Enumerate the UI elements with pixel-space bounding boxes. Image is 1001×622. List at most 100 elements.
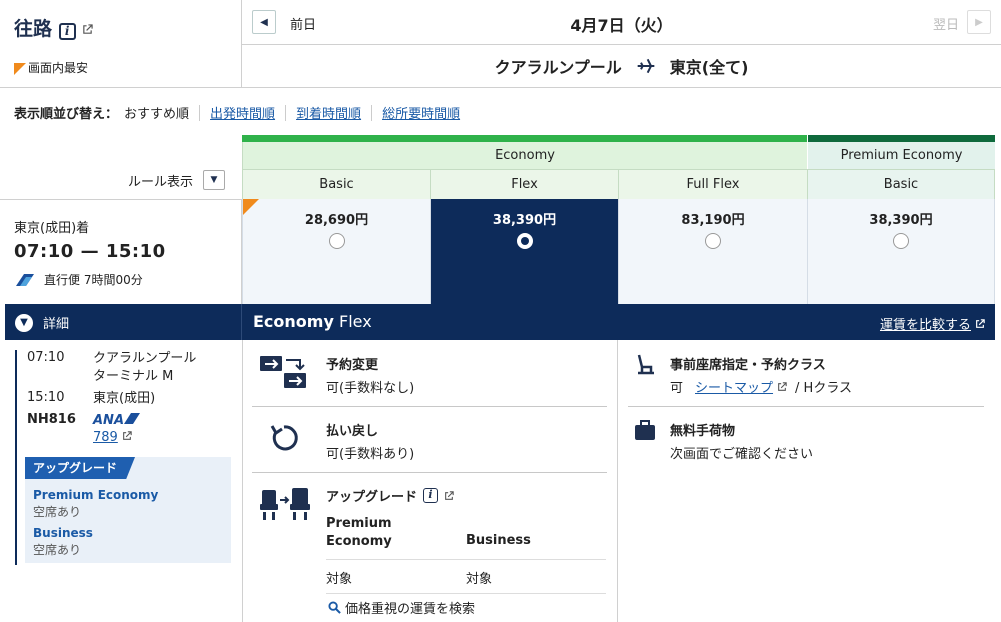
compare-fares-label: 運賃を比較する: [879, 318, 971, 333]
flight-number: NH816: [27, 412, 76, 427]
direction-title: 往路 i: [14, 14, 93, 41]
upgrade-col-premium-economy-line2: Economy: [326, 534, 392, 549]
fare-radio[interactable]: [328, 233, 345, 249]
divider: [242, 340, 243, 622]
detail-label: 詳細: [43, 317, 70, 332]
fare-price: 83,190円: [681, 213, 745, 228]
divider: [252, 472, 607, 473]
external-link-icon[interactable]: [82, 24, 93, 35]
refund-title: 払い戻し: [326, 424, 379, 439]
brand-header-basic: Basic: [242, 169, 431, 199]
info-icon[interactable]: i: [423, 488, 439, 503]
search-value-fares-label: 価格重視の運賃を検索: [345, 602, 476, 617]
upgrade-premium-economy-value: 対象: [326, 572, 353, 587]
departure-time: 07:10: [27, 350, 65, 365]
upgrade-cabin-status: 空席あり: [33, 543, 82, 557]
divider: [371, 104, 373, 121]
detail-toggle-button[interactable]: ▼ 詳細: [15, 313, 69, 332]
baggage-icon: [635, 420, 655, 440]
arrival-row: 15:10 東京(成田): [27, 390, 213, 408]
divider: [326, 593, 606, 594]
ana-logo: ANA: [93, 412, 213, 430]
info-icon[interactable]: i: [58, 23, 76, 40]
compare-fares-link[interactable]: 運賃を比較する: [880, 314, 985, 333]
seat-map-link[interactable]: シートマップ: [695, 377, 773, 396]
next-day-label: 翌日: [932, 18, 959, 33]
sort-arrival-time[interactable]: 到着時間順: [296, 103, 361, 122]
upgrade-cabin-status: 空席あり: [33, 505, 82, 519]
aircraft-type-link[interactable]: 789: [93, 430, 118, 445]
fare-price: 28,690円: [304, 213, 369, 228]
sort-current: おすすめ順: [124, 107, 190, 122]
upgrade-col-premium-economy-line1: Premium: [326, 516, 392, 531]
external-link-icon[interactable]: [444, 490, 454, 501]
chevron-down-icon[interactable]: ▼: [203, 170, 226, 190]
fare-radio[interactable]: [893, 233, 909, 249]
upgrade-cabin-name: Premium Economy: [33, 488, 159, 502]
airplane-icon: [637, 58, 655, 74]
economy-color-bar: [242, 135, 807, 142]
refund-value: 可(手数料あり): [326, 447, 415, 462]
change-title: 予約変更: [326, 358, 379, 373]
upgrade-cabin-name: Business: [33, 526, 93, 540]
date-navigation: ◀ 前日 4月7日（火） 翌日 ▶: [242, 0, 1001, 45]
aircraft-row[interactable]: 789: [93, 430, 132, 445]
arrival-time: 15:10: [27, 390, 65, 405]
fare-detail-bar: ▼ 詳細 Economy Flex 運賃を比較する: [5, 304, 995, 340]
sort-total-duration[interactable]: 総所要時間順: [382, 103, 460, 122]
cheapest-label: 画面内最安: [28, 61, 89, 75]
premium-economy-color-bar: [808, 135, 995, 142]
arrival-place: 東京(成田): [93, 391, 156, 406]
fare-radio-selected[interactable]: [516, 233, 533, 249]
arrival-airport-label: 東京(成田)着: [14, 221, 90, 236]
divider: [617, 340, 618, 622]
route-header: クアラルンプール 東京(全て): [242, 45, 1001, 88]
rule-display-toggle[interactable]: ルール表示 ▼: [128, 170, 226, 190]
flight-summary: 東京(成田)着 07:10 — 15:10 直行便 7時間00分: [0, 199, 242, 304]
upgrade-col-premium-economy: Premium Economy: [326, 515, 392, 551]
chevron-right-icon: ▶: [975, 16, 983, 28]
cheapest-marker-icon: [14, 62, 26, 75]
baggage-title: 無料手荷物: [670, 424, 736, 439]
direct-flight-duration: 直行便 7時間00分: [44, 273, 143, 287]
baggage-value: 次画面でご確認ください: [670, 447, 814, 462]
brand-header-pe-basic: Basic: [808, 169, 995, 199]
booking-class: / Hクラス: [795, 381, 853, 396]
flight-times: 07:10 — 15:10: [14, 241, 166, 262]
condition-seat: 事前座席指定・予約クラス 可 シートマップ / Hクラス: [628, 350, 984, 406]
cabin-header-economy: Economy: [242, 142, 807, 169]
ana-tail-icon: [16, 273, 34, 286]
divider: [241, 304, 242, 340]
upgrade-title-row: アップグレード i: [326, 486, 454, 505]
chevron-down-icon: ▼: [15, 313, 33, 332]
divider: [628, 406, 984, 407]
fare-cell-pe-basic[interactable]: 38,390円: [808, 199, 995, 304]
condition-baggage: 無料手荷物 次画面でご確認ください: [628, 416, 984, 472]
brand-header-full-flex: Full Flex: [619, 169, 808, 199]
departure-row: 07:10 クアラルンプール ターミナル M: [27, 350, 213, 386]
external-link-icon: [123, 431, 132, 440]
upgrade-business-value: 対象: [466, 572, 493, 587]
fare-price: 38,390円: [492, 213, 557, 228]
origin-city: クアラルンプール: [494, 58, 622, 77]
search-value-fares-link[interactable]: 価格重視の運賃を検索: [328, 598, 475, 617]
brand-header-flex: Flex: [431, 169, 619, 199]
selected-fare-brand: Flex: [338, 312, 372, 331]
condition-change: 予約変更 可(手数料なし): [252, 350, 607, 406]
ana-logo-text: ANA: [93, 413, 125, 428]
fare-cell-full-flex[interactable]: 83,190円: [619, 199, 808, 304]
condition-refund: 払い戻し 可(手数料あり): [252, 416, 607, 472]
direction-header: 往路 i 画面内最安: [0, 0, 242, 88]
sort-departure-time[interactable]: 出発時間順: [210, 103, 275, 122]
ana-logo-icon: [124, 413, 141, 424]
cabin-header-premium-economy: Premium Economy: [808, 142, 995, 169]
fare-radio[interactable]: [705, 233, 721, 249]
external-link-icon: [976, 318, 985, 328]
cheapest-marker-icon: [243, 199, 259, 215]
flight-change-icon: [260, 356, 306, 388]
search-icon: [328, 601, 341, 614]
change-value: 可(手数料なし): [326, 381, 415, 396]
fare-cell-basic[interactable]: 28,690円: [242, 199, 431, 304]
selected-fare-cabin: Economy: [253, 312, 334, 331]
fare-cell-flex[interactable]: 38,390円: [431, 199, 619, 304]
